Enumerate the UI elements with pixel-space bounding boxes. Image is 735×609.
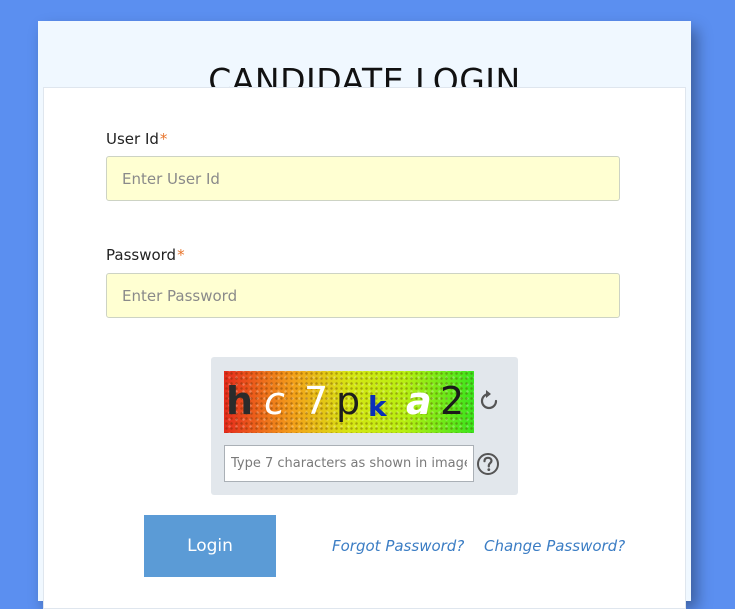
login-button[interactable]: Login (144, 515, 276, 577)
password-label-text: Password (106, 246, 177, 264)
change-password-link[interactable]: Change Password? (484, 537, 625, 555)
captcha-char: a (406, 379, 432, 423)
captcha-char: k (368, 390, 387, 423)
login-card: CANDIDATE LOGIN User Id* Password* h c 7… (38, 21, 691, 609)
captcha-char: 7 (304, 379, 329, 423)
login-form: User Id* Password* h c 7 p k a 2 (43, 87, 686, 609)
required-marker: * (159, 130, 168, 148)
forgot-password-link[interactable]: Forgot Password? (332, 537, 464, 555)
captcha-char: p (336, 379, 361, 423)
user-id-label-text: User Id (106, 130, 159, 148)
captcha-char: 2 (440, 379, 465, 423)
user-id-label: User Id* (106, 130, 167, 148)
password-input[interactable] (107, 274, 619, 317)
user-id-field-wrapper (106, 156, 620, 201)
captcha-input[interactable] (225, 446, 473, 481)
captcha-char: h (226, 379, 254, 423)
captcha-panel: h c 7 p k a 2 (211, 357, 518, 495)
password-field-wrapper (106, 273, 620, 318)
captcha-image: h c 7 p k a 2 (224, 371, 474, 433)
captcha-field-wrapper (224, 445, 474, 482)
captcha-char: c (264, 379, 285, 423)
required-marker: * (177, 246, 185, 264)
refresh-icon[interactable] (476, 388, 502, 414)
user-id-input[interactable] (107, 157, 619, 200)
password-label: Password* (106, 246, 185, 264)
help-icon[interactable] (476, 452, 500, 476)
